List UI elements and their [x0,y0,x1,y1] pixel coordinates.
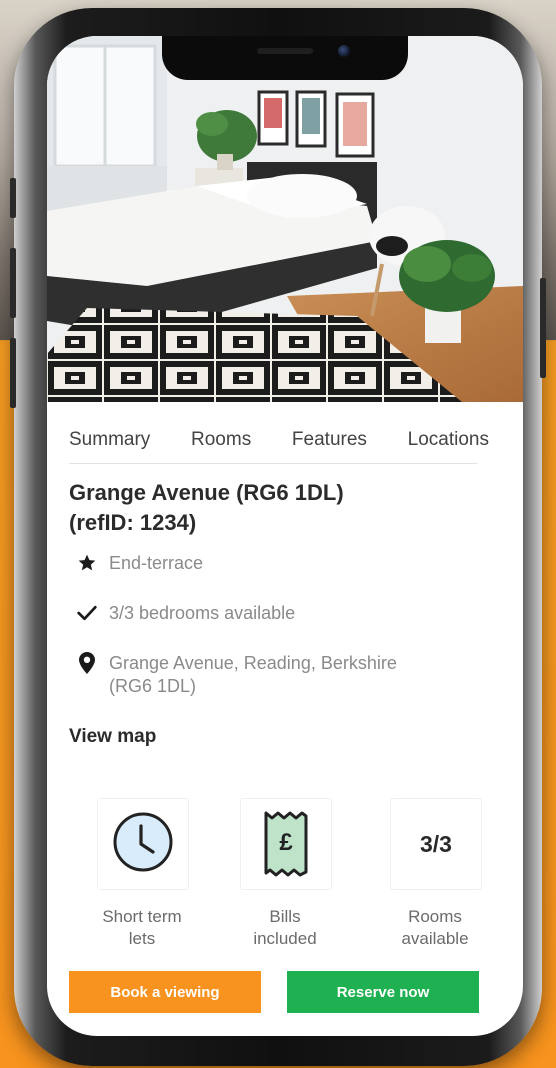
feature-label-line: included [253,929,317,948]
book-viewing-button[interactable]: Book a viewing [69,971,261,1013]
rooms-count-value: 3/3 [420,830,452,857]
detail-property-type: End-terrace [77,552,203,575]
notch [162,36,408,80]
detail-text: End-terrace [109,553,204,573]
tab-summary[interactable]: Summary [69,429,150,451]
feature-label-short-term: Short term lets [77,906,207,950]
property-photo [47,36,523,402]
phone-screen: Summary Rooms Features Locations Grange … [47,36,523,1036]
address-line2: (RG6 1DL) [109,676,197,696]
feature-label-line: Bills [269,907,301,926]
feature-label-line: Short term [102,907,182,926]
tabs-divider [69,463,477,464]
feature-label-bills: Bills included [220,906,350,950]
pound-symbol: £ [279,829,293,856]
feature-label-line: lets [128,929,156,948]
property-ref-id: (refID: 1234) [69,510,197,535]
tab-features[interactable]: Features [292,429,367,451]
feature-bills-included: £ [240,798,332,890]
section-tabs: Summary Rooms Features Locations [69,429,489,451]
feature-label-line: Rooms [408,907,462,926]
tab-rooms[interactable]: Rooms [191,429,251,451]
feature-label-line: available [401,929,469,948]
phone-frame: Summary Rooms Features Locations Grange … [10,8,546,1066]
property-title-line1: Grange Avenue (RG6 1DL) [69,480,344,505]
pound-receipt-icon: £ [262,809,310,879]
checkmark-icon [77,602,97,624]
volume-up-button [10,248,16,318]
front-camera [338,45,350,57]
feature-short-term-lets [97,798,189,890]
detail-bedrooms: 3/3 bedrooms available [77,602,295,625]
reserve-now-button[interactable]: Reserve now [287,971,479,1013]
view-map-link[interactable]: View map [69,726,156,748]
location-pin-icon [77,652,97,674]
mute-switch [10,178,16,218]
tab-locations[interactable]: Locations [408,429,489,451]
speaker [257,48,313,54]
clock-icon [111,810,175,879]
feature-label-rooms: Rooms available [370,906,500,950]
address-line1: Grange Avenue, Reading, Berkshire [109,653,397,673]
feature-rooms-available: 3/3 [390,798,482,890]
detail-address: Grange Avenue, Reading, Berkshire (RG6 1… [77,652,397,698]
property-title: Grange Avenue (RG6 1DL) (refID: 1234) [69,478,499,538]
star-icon [77,552,97,574]
volume-down-button [10,338,16,408]
detail-text: Grange Avenue, Reading, Berkshire (RG6 1… [109,652,397,698]
detail-text: 3/3 bedrooms available [109,603,296,623]
power-button [540,278,546,378]
